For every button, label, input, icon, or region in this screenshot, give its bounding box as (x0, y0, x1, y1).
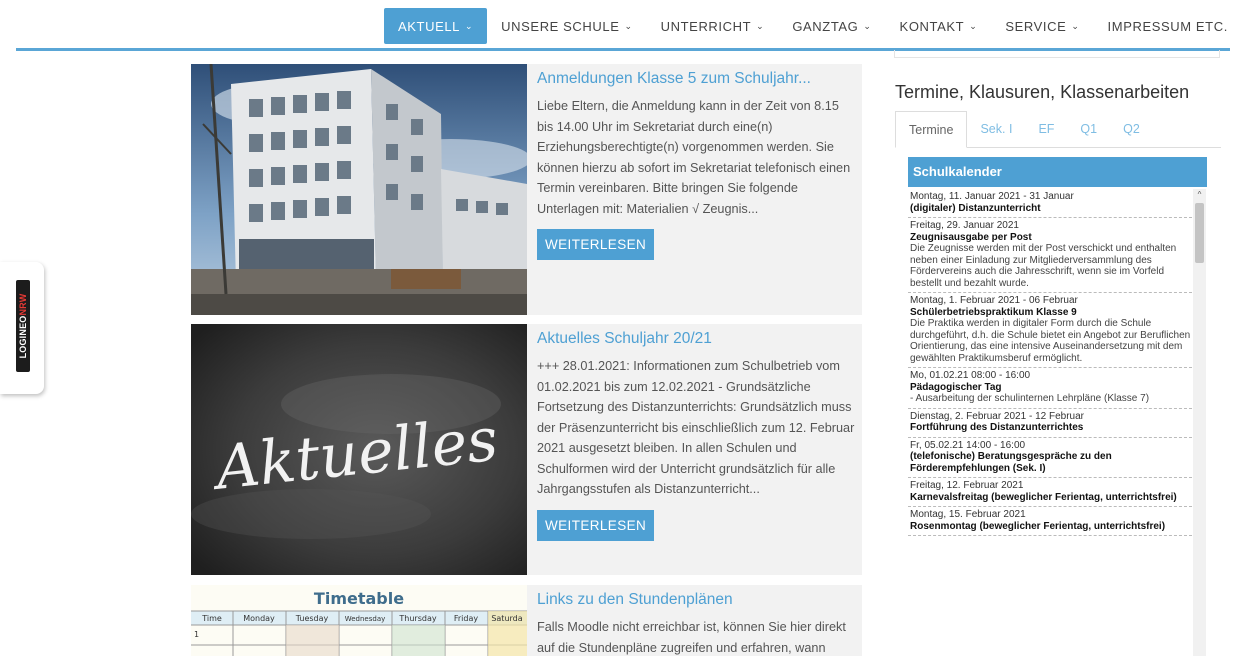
nav-item-kontakt[interactable]: KONTAKT ⌄ (886, 8, 992, 44)
nav-label: IMPRESSUM ETC. (1107, 18, 1228, 34)
news-excerpt: +++ 28.01.2021: Informationen zum Schulb… (537, 359, 855, 496)
timetable-col: Monday (243, 614, 275, 623)
event-date: Dienstag, 2. Februar 2021 - 12 Februar (910, 410, 1084, 422)
nav-label: UNSERE SCHULE (501, 18, 620, 34)
logo-text: LOGINEO (18, 315, 28, 359)
timetable-col: Tuesday (295, 614, 329, 623)
timetable-image[interactable]: Timetable Time Monday Tuesday Wednesday … (191, 585, 527, 656)
timetable-col: Friday (454, 614, 479, 623)
nav-item-unterricht[interactable]: UNTERRICHT ⌄ (647, 8, 779, 44)
event-description: - Ausarbeitung der schulinternen Lehrplä… (910, 393, 1150, 404)
event-title: Karnevalsfreitag (beweglicher Ferientag,… (910, 491, 1177, 503)
calendar-event[interactable]: Mo, 01.02.21 08:00 - 16:00 Pädagogischer… (908, 368, 1192, 409)
news-title-link[interactable]: Aktuelles Schuljahr 20/21 (537, 330, 855, 348)
main-navigation: AKTUELL ⌄ UNSERE SCHULE ⌄ UNTERRICHT ⌄ GANZ… (0, 0, 1234, 52)
tab-ef[interactable]: EF (1025, 111, 1067, 147)
scrollbar-thumb[interactable] (1195, 203, 1204, 263)
news-card: Aktuelles Aktuelles Schuljahr 20/21 +++ … (191, 324, 862, 575)
calendar-event[interactable]: Freitag, 29. Januar 2021 Zeugnisausgabe … (908, 218, 1192, 293)
timetable-col: Time (201, 614, 222, 623)
nav-item-aktuell[interactable]: AKTUELL ⌄ (384, 8, 488, 44)
event-title: Rosenmontag (beweglicher Ferientag, unte… (910, 520, 1166, 532)
termine-tabs: Termine Sek. I EF Q1 Q2 (895, 111, 1221, 148)
chevron-down-icon: ⌄ (465, 20, 474, 31)
news-card: Timetable Time Monday Tuesday Wednesday … (191, 585, 862, 656)
news-title-link[interactable]: Links zu den Stundenplänen (537, 591, 855, 609)
news-card-text: Anmeldungen Klasse 5 zum Schuljahr... Li… (537, 70, 855, 260)
news-title-link[interactable]: Anmeldungen Klasse 5 zum Schuljahr... (537, 70, 855, 88)
event-title: (telefonische) Beratungsgespräche zu den… (910, 451, 1112, 474)
nav-item-ganztag[interactable]: GANZTAG ⌄ (778, 8, 885, 44)
event-title: Pädagogischer Tag (910, 381, 1002, 393)
nav-list: AKTUELL ⌄ UNSERE SCHULE ⌄ UNTERRICHT ⌄ GANZ… (384, 8, 1234, 44)
nav-label: AKTUELL (398, 18, 461, 34)
nav-label: GANZTAG (792, 18, 859, 34)
timetable-col: Thursday (398, 614, 436, 623)
calendar-event[interactable]: Montag, 11. Januar 2021 - 31 Januar (dig… (908, 189, 1192, 218)
calendar-event[interactable]: Freitag, 12. Februar 2021 Karnevalsfreit… (908, 478, 1192, 507)
calendar-event[interactable]: Fr, 05.02.21 14:00 - 16:00 (telefonische… (908, 438, 1192, 478)
logineo-side-tab[interactable]: LOGINEONRW (0, 262, 44, 394)
logineo-logo: LOGINEONRW (16, 280, 30, 372)
timetable-title: Timetable (314, 589, 404, 608)
logo-accent: NRW (18, 293, 28, 316)
event-description: Die Zeugnisse werden mit der Post versch… (910, 243, 1177, 289)
nav-item-unsere-schule[interactable]: UNSERE SCHULE ⌄ (487, 8, 646, 44)
calendar-header: Schulkalender (908, 157, 1207, 187)
nav-label: UNTERRICHT (660, 18, 752, 34)
calendar-scrollbar[interactable]: ^ (1193, 189, 1206, 656)
nav-label: KONTAKT (899, 18, 965, 34)
event-date: Montag, 11. Januar 2021 - 31 Januar (910, 191, 1074, 202)
tab-sek-1[interactable]: Sek. I (967, 111, 1025, 147)
news-card-text: Aktuelles Schuljahr 20/21 +++ 28.01.2021… (537, 330, 855, 541)
event-date: Freitag, 12. Februar 2021 (910, 480, 1024, 491)
event-date: Fr, 05.02.21 14:00 - 16:00 (910, 439, 1026, 451)
event-date: Freitag, 29. Januar 2021 (910, 220, 1019, 231)
calendar-event[interactable]: Dienstag, 2. Februar 2021 - 12 Februar F… (908, 409, 1192, 438)
nav-label: SERVICE (1005, 18, 1067, 34)
timetable-row-label: 1 (194, 630, 199, 639)
news-excerpt: Liebe Eltern, die Anmeldung kann in der … (537, 99, 851, 216)
timetable-col: Saturda (491, 614, 522, 623)
event-date: Montag, 1. Februar 2021 - 06 Februar (910, 295, 1078, 306)
news-card: Anmeldungen Klasse 5 zum Schuljahr... Li… (191, 64, 862, 315)
tab-q1[interactable]: Q1 (1067, 111, 1110, 147)
chevron-down-icon: ⌄ (624, 20, 633, 31)
news-excerpt: Falls Moodle nicht erreichbar ist, könne… (537, 620, 846, 655)
read-more-button[interactable]: WEITERLESEN (537, 229, 655, 260)
event-date: Mo, 01.02.21 08:00 - 16:00 (910, 370, 1031, 381)
widget-title: Termine, Klausuren, Klassenarbeiten (895, 82, 1190, 102)
chevron-down-icon: ⌄ (756, 20, 765, 31)
school-building-image[interactable] (191, 64, 527, 315)
calendar-event[interactable]: Montag, 15. Februar 2021 Rosenmontag (be… (908, 507, 1192, 536)
event-title: Schülerbetriebspraktikum Klasse 9 (910, 306, 1077, 318)
chevron-down-icon: ⌄ (969, 20, 978, 31)
event-title: (digitaler) Distanzunterricht (910, 202, 1041, 214)
tab-q2[interactable]: Q2 (1110, 111, 1153, 147)
chalkboard-image[interactable]: Aktuelles (191, 324, 527, 575)
sidebar-box-bottom (894, 50, 1220, 58)
event-title: Fortführung des Distanzunterrichtes (910, 422, 1084, 433)
event-date: Montag, 15. Februar 2021 (910, 509, 1026, 520)
timetable-col: Wednesday (345, 615, 386, 623)
event-title: Zeugnisausgabe per Post (910, 231, 1032, 243)
event-description: Die Praktika werden in digitaler Form du… (910, 318, 1191, 364)
chevron-down-icon: ⌄ (863, 20, 872, 31)
nav-item-impressum[interactable]: IMPRESSUM ETC.⌄ (1094, 8, 1234, 44)
news-card-text: Links zu den Stundenplänen Falls Moodle … (537, 591, 855, 656)
calendar-event-list[interactable]: Montag, 11. Januar 2021 - 31 Januar (dig… (908, 189, 1192, 656)
read-more-button[interactable]: WEITERLESEN (537, 509, 655, 541)
tab-termine[interactable]: Termine (895, 111, 968, 148)
chevron-down-icon: ⌄ (1071, 20, 1080, 31)
scroll-up-icon[interactable]: ^ (1193, 189, 1206, 201)
nav-item-service[interactable]: SERVICE ⌄ (991, 8, 1093, 44)
calendar-event[interactable]: Montag, 1. Februar 2021 - 06 Februar Sch… (908, 293, 1192, 368)
